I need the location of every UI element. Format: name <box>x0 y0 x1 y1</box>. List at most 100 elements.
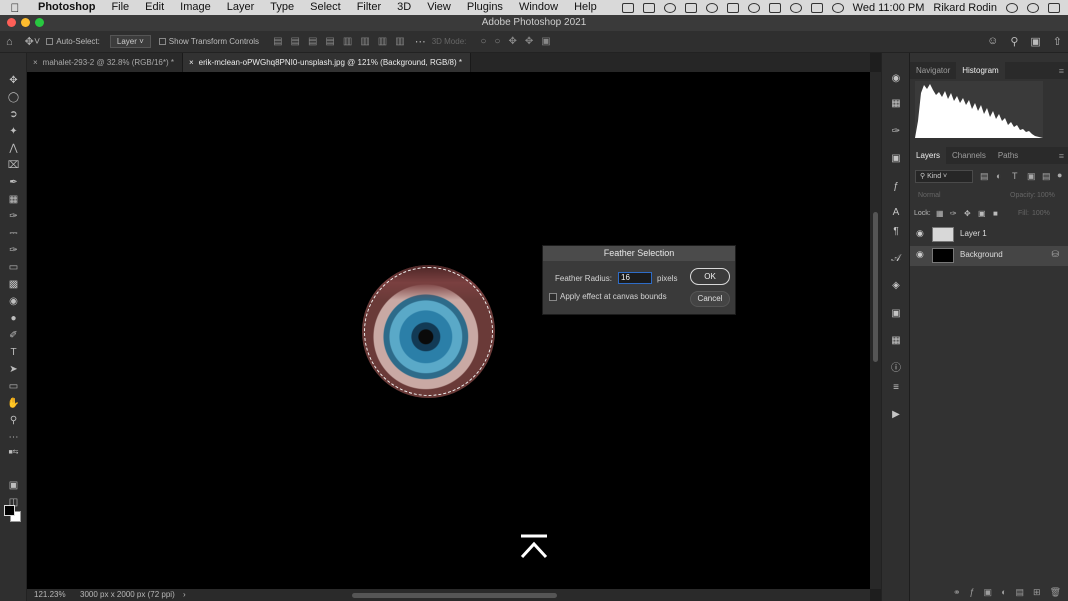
align-right-icon[interactable]: ▤ <box>308 36 317 47</box>
add-mask-icon[interactable]: ▣ <box>984 587 993 598</box>
canvas[interactable] <box>27 72 870 589</box>
opacity-field[interactable]: 100% <box>1037 192 1055 199</box>
table-icon[interactable]: ▦ <box>889 334 903 348</box>
filter-pixel-icon[interactable]: ▤ <box>980 171 989 182</box>
new-group-icon[interactable]: ▤ <box>1016 587 1025 598</box>
horizontal-scroll-thumb[interactable] <box>352 593 557 598</box>
tab-paths[interactable]: Paths <box>992 147 1024 164</box>
canvas-bounds-checkbox[interactable] <box>549 293 557 301</box>
panel-menu-icon[interactable]: ≡ <box>1059 66 1064 76</box>
move-icon[interactable]: ✥ <box>5 73 22 88</box>
scroll-to-top-icon[interactable] <box>520 534 548 560</box>
close-tab-icon[interactable]: × <box>33 53 38 72</box>
transform-controls-option[interactable]: Show Transform Controls <box>158 37 259 46</box>
kind-filter-dropdown[interactable]: ⚲ Kind ˅ <box>915 170 973 183</box>
align-center-icon[interactable]: ▤ <box>291 36 300 47</box>
hand-icon[interactable]: ✋ <box>5 396 22 411</box>
character-icon[interactable]: A <box>889 206 903 220</box>
rectangle-icon[interactable]: ▭ <box>5 379 22 394</box>
menu-plugins[interactable]: Plugins <box>459 0 511 15</box>
eyedropper-icon[interactable]: ✒ <box>5 175 22 190</box>
filter-toggle-icon[interactable]: ● <box>1057 170 1062 180</box>
minimize-window-icon[interactable] <box>21 18 30 27</box>
google-icon[interactable] <box>705 2 718 13</box>
menu-edit[interactable]: Edit <box>137 0 172 15</box>
type-icon[interactable]: T <box>5 345 22 360</box>
brush-settings-icon[interactable]: ✑ <box>889 125 903 139</box>
tab-document-1[interactable]: × mahalet-293-2 @ 32.8% (RGB/16*) * <box>27 53 183 72</box>
menu-window[interactable]: Window <box>511 0 566 15</box>
gradient-icon[interactable]: ▩ <box>5 277 22 292</box>
menu-filter[interactable]: Filter <box>349 0 389 15</box>
auto-select-option[interactable]: Auto-Select: <box>46 37 100 46</box>
ok-button[interactable]: OK <box>690 268 730 285</box>
layer-name[interactable]: Background <box>960 250 1003 259</box>
move-tool-icon[interactable]: ✥˅ <box>25 35 41 48</box>
pan-3d-icon[interactable]: ✥ <box>508 36 516 47</box>
menu-file[interactable]: File <box>103 0 137 15</box>
share-icon[interactable]: ⇧ <box>1053 35 1062 48</box>
quick-mask-icon[interactable]: ▣ <box>5 478 22 493</box>
time-machine-icon[interactable] <box>789 2 802 13</box>
layer-row-background[interactable]: ◉ Background ⛁ <box>910 246 1068 266</box>
menu-layer[interactable]: Layer <box>219 0 263 15</box>
tab-channels[interactable]: Channels <box>946 147 992 164</box>
healing-brush-icon[interactable]: ▦ <box>5 192 22 207</box>
menu-help[interactable]: Help <box>566 0 605 15</box>
align-bottom-icon[interactable]: ▥ <box>378 36 387 47</box>
dodge-icon[interactable]: ● <box>5 311 22 326</box>
control-center-icon[interactable] <box>1048 2 1060 13</box>
tab-navigator[interactable]: Navigator <box>910 62 956 79</box>
zoom-level[interactable]: 121.23% <box>34 589 66 601</box>
canvas-bounds-label[interactable]: Apply effect at canvas bounds <box>560 292 667 301</box>
zoom-window-icon[interactable] <box>35 18 44 27</box>
glyphs-icon[interactable]: 𝒜 <box>889 252 903 266</box>
blur-icon[interactable]: ◉ <box>5 294 22 309</box>
lock-pixels-icon[interactable]: ✑ <box>950 209 957 218</box>
filter-type-icon[interactable]: T <box>1012 171 1018 181</box>
elliptical-marquee-icon[interactable]: ◯ <box>5 90 22 105</box>
adjustment-layer-icon[interactable]: ◐ <box>1001 587 1006 597</box>
more-options-icon[interactable]: ⋯ <box>415 35 426 48</box>
color-panel-icon[interactable]: ◉ <box>889 72 903 86</box>
brush-icon[interactable]: ✑ <box>5 209 22 224</box>
link-layers-icon[interactable]: ⚭ <box>953 587 961 598</box>
feather-radius-input[interactable]: 16 <box>618 272 652 284</box>
align-top-icon[interactable]: ▥ <box>343 36 352 47</box>
search-icon[interactable]: ⚲ <box>1010 35 1018 48</box>
cancel-button[interactable]: Cancel <box>690 291 730 307</box>
clock-label[interactable]: Wed 11:00 PM <box>853 2 925 14</box>
close-window-icon[interactable] <box>7 18 16 27</box>
auto-select-checkbox[interactable] <box>46 38 54 45</box>
screen-record-icon[interactable] <box>621 2 634 13</box>
filter-shape-icon[interactable]: ▣ <box>1027 171 1036 182</box>
creative-cloud-icon[interactable] <box>663 2 676 13</box>
adjustments-icon[interactable]: ▣ <box>889 307 903 321</box>
menu-select[interactable]: Select <box>302 0 349 15</box>
new-layer-icon[interactable]: ⊞ <box>1033 587 1041 598</box>
filter-adjustment-icon[interactable]: ◐ <box>996 171 1001 181</box>
paragraph-icon[interactable]: ¶ <box>889 225 903 239</box>
zoom-icon[interactable]: ⚲ <box>5 413 22 428</box>
vertical-scrollbar[interactable] <box>870 72 881 589</box>
bluetooth-icon[interactable] <box>747 2 760 13</box>
siri-icon[interactable] <box>1027 2 1039 13</box>
distribute-icon[interactable]: ▤ <box>325 36 334 47</box>
fill-field[interactable]: 100% <box>1032 210 1050 217</box>
lock-transparency-icon[interactable]: ▦ <box>936 209 944 218</box>
lock-artboard-icon[interactable]: ▣ <box>978 209 986 218</box>
lock-position-icon[interactable]: ✥ <box>964 209 971 218</box>
layer-style-icon[interactable]: ƒ <box>970 587 975 597</box>
align-left-icon[interactable]: ▤ <box>273 36 282 47</box>
menu-app[interactable]: Photoshop <box>30 0 103 15</box>
3d-panel-icon[interactable]: ◈ <box>889 279 903 293</box>
info-icon[interactable]: ⓘ <box>889 362 903 376</box>
pen-icon[interactable]: ✐ <box>5 328 22 343</box>
crop-icon[interactable]: ⋀ <box>5 141 22 156</box>
swatches-panel-icon[interactable]: ▦ <box>889 97 903 111</box>
scale-3d-icon[interactable]: ▣ <box>541 36 550 47</box>
vertical-scroll-thumb[interactable] <box>873 212 878 362</box>
menu-extra-icon[interactable] <box>642 2 655 13</box>
battery-icon[interactable] <box>768 2 781 13</box>
eraser-icon[interactable]: ▭ <box>5 260 22 275</box>
